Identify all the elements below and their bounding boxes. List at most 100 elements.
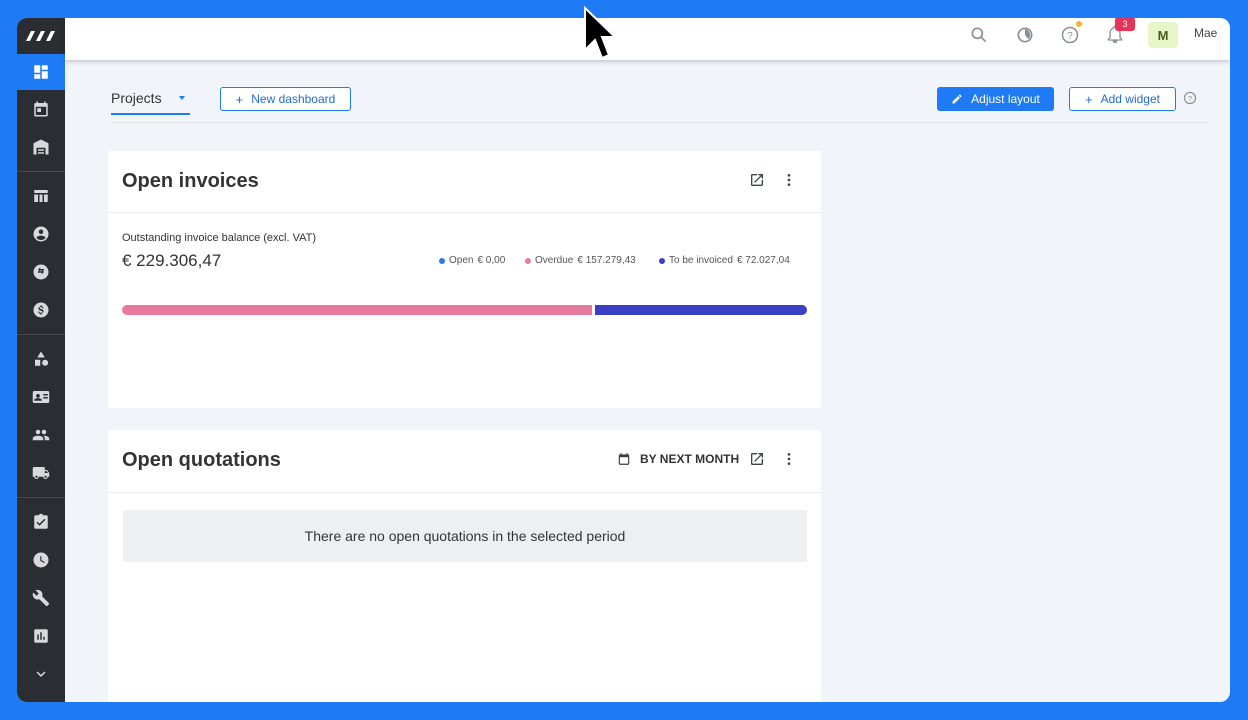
period-label: BY NEXT MONTH [640,452,740,466]
svg-text:?: ? [1067,31,1073,42]
warehouse-icon [33,139,49,155]
open-invoices-widget: Open invoices Outstanding invoice balanc… [108,151,821,408]
legend-overdue: Overdue € 157.279,43 [525,255,636,266]
more-vertical-icon [787,453,791,465]
widget-header-divider [108,492,821,493]
adjust-layout-button[interactable]: Adjust layout [937,87,1054,111]
legend-label: Overdue [535,255,574,266]
top-bar [65,18,1230,60]
table-icon [34,190,48,202]
sidebar-divider [17,497,65,498]
chevron-down-icon [36,671,46,677]
plus-icon: + [235,91,244,107]
calendar-icon [618,453,630,465]
sidebar-item-warehouse[interactable] [17,128,65,166]
legend-label: Open [449,255,474,266]
legend-label: To be invoiced [669,255,733,266]
account-circle-icon [33,226,49,242]
open-external-icon [751,174,763,186]
sidebar-item-sync[interactable] [17,253,65,291]
sidebar-item-transport[interactable] [17,454,65,492]
dashboard-icon [34,65,48,79]
dollar-icon [33,302,49,318]
search-icon [971,27,987,43]
sidebar-item-time[interactable] [17,541,65,579]
help-center-button[interactable]: ? [1060,25,1080,45]
dashboard-select-underline [111,113,190,115]
legend-dot [439,257,445,264]
sidebar [17,18,65,702]
new-dashboard-label: New dashboard [251,92,336,106]
pencil-icon [952,94,962,104]
adjust-layout-label: Adjust layout [971,92,1040,106]
bar-segment-overdue[interactable] [122,305,592,315]
question-circle-icon: ? [1061,26,1079,44]
sidebar-item-planning[interactable] [17,177,65,215]
legend-dot [659,257,665,264]
new-dashboard-button[interactable]: + New dashboard [220,87,351,111]
sidebar-item-dashboard[interactable] [17,54,65,90]
sidebar-item-finance[interactable] [17,291,65,329]
sidebar-item-settings[interactable] [17,579,65,617]
sidebar-expand-button[interactable] [17,655,65,693]
empty-state-message: There are no open quotations in the sele… [123,510,807,562]
plus-icon: + [1085,91,1093,107]
truck-icon [32,467,50,479]
widget-title: Open quotations [122,449,281,471]
contact-card-icon [32,391,50,403]
user-name[interactable]: Mae [1194,26,1217,40]
clock-icon [33,552,49,568]
calendar-icon [34,101,48,117]
more-vertical-icon [787,174,791,186]
add-widget-label: Add widget [1100,92,1160,106]
sidebar-item-inventory[interactable] [17,340,65,378]
sidebar-item-contacts[interactable] [17,215,65,253]
activity-button[interactable] [1015,25,1035,45]
sidebar-item-tasks[interactable] [17,503,65,541]
balance-amount: € 229.306,47 [122,251,222,270]
legend-value: € 72.027,04 [736,255,790,266]
legend-value: € 0,00 [477,255,506,266]
help-update-dot [1076,21,1082,27]
sidebar-item-reports[interactable] [17,617,65,655]
more-options-button[interactable] [781,172,797,188]
legend-open: Open € 0,00 [439,255,505,266]
caret-down-icon[interactable] [179,96,185,100]
legend-to-be-invoiced: To be invoiced € 72.027,04 [659,255,790,266]
app-window: ? 3 M Mae Projects + New dashboard Adjus… [17,18,1230,702]
legend-dot [525,257,531,264]
sidebar-item-team[interactable] [17,416,65,454]
invoice-balance-bar [122,305,807,315]
timer-icon [1017,27,1033,43]
open-external-button[interactable] [749,451,765,467]
avatar[interactable]: M [1148,22,1178,48]
svg-text:?: ? [1188,94,1192,103]
open-external-button[interactable] [749,172,765,188]
bar-segment-to-be-invoiced[interactable] [595,305,807,315]
people-icon [32,429,50,441]
sidebar-item-calendar[interactable] [17,90,65,128]
legend-value: € 157.279,43 [577,255,636,266]
search-button[interactable] [969,25,989,45]
shapes-icon [35,351,49,366]
sidebar-divider [17,171,65,172]
toolbar-divider [111,122,1210,123]
layout-help-button[interactable]: ? [1183,91,1197,110]
open-quotations-widget: Open quotations BY NEXT MONTH There are … [108,430,821,702]
notification-badge: 3 [1115,18,1135,31]
add-widget-button[interactable]: + Add widget [1069,87,1176,111]
open-external-icon [751,453,763,465]
more-options-button[interactable] [781,451,797,467]
mouse-cursor-icon [584,6,615,60]
sidebar-item-contact-card[interactable] [17,378,65,416]
dashboard-select[interactable]: Projects [111,90,162,106]
question-circle-icon: ? [1183,91,1197,105]
balance-subtitle: Outstanding invoice balance (excl. VAT) [122,232,317,244]
sync-icon [33,264,49,280]
period-selector[interactable]: BY NEXT MONTH [617,452,739,466]
widget-header-divider [108,212,821,213]
widget-title: Open invoices [122,170,259,192]
app-logo[interactable] [17,18,65,54]
sidebar-divider [17,334,65,335]
bar-chart-icon [34,629,48,643]
